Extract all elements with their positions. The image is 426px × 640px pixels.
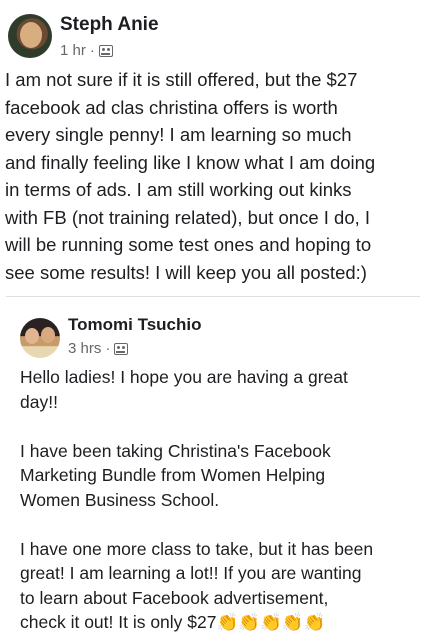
group-icon	[114, 342, 129, 355]
author-name[interactable]: Steph Anie	[60, 14, 159, 36]
post-header: Steph Anie 1 hr ·	[0, 0, 426, 60]
post-time[interactable]: 3 hrs	[68, 340, 101, 357]
group-icon	[98, 44, 113, 57]
avatar-face	[25, 328, 39, 344]
post-text: I am not sure if it is still offered, bu…	[5, 69, 376, 283]
meta-separator: ·	[105, 340, 111, 357]
post-meta: 3 hrs ·	[68, 340, 129, 357]
author-name[interactable]: Tomomi Tsuchio	[68, 315, 201, 335]
post-text: Hello ladies! I hope you are having a gr…	[20, 365, 420, 635]
feed: Steph Anie 1 hr · I am not sure if it is…	[0, 0, 426, 640]
post-time[interactable]: 1 hr	[60, 42, 86, 59]
avatar[interactable]	[8, 14, 52, 58]
avatar-face	[20, 22, 42, 48]
avatar[interactable]	[20, 318, 60, 358]
post-header: Tomomi Tsuchio 3 hrs ·	[0, 305, 426, 365]
avatar-face	[41, 327, 55, 343]
post-meta: 1 hr ·	[60, 42, 113, 59]
post-tomomi-tsuchio: Tomomi Tsuchio 3 hrs · Hello ladies! I h…	[0, 305, 426, 632]
post-steph-anie: Steph Anie 1 hr · I am not sure if it is…	[0, 0, 426, 283]
divider	[6, 296, 420, 297]
clapping-hands-icon: 👏👏👏👏👏	[216, 612, 326, 632]
meta-separator: ·	[89, 42, 95, 59]
post-text-content: Hello ladies! I hope you are having a gr…	[20, 367, 374, 632]
